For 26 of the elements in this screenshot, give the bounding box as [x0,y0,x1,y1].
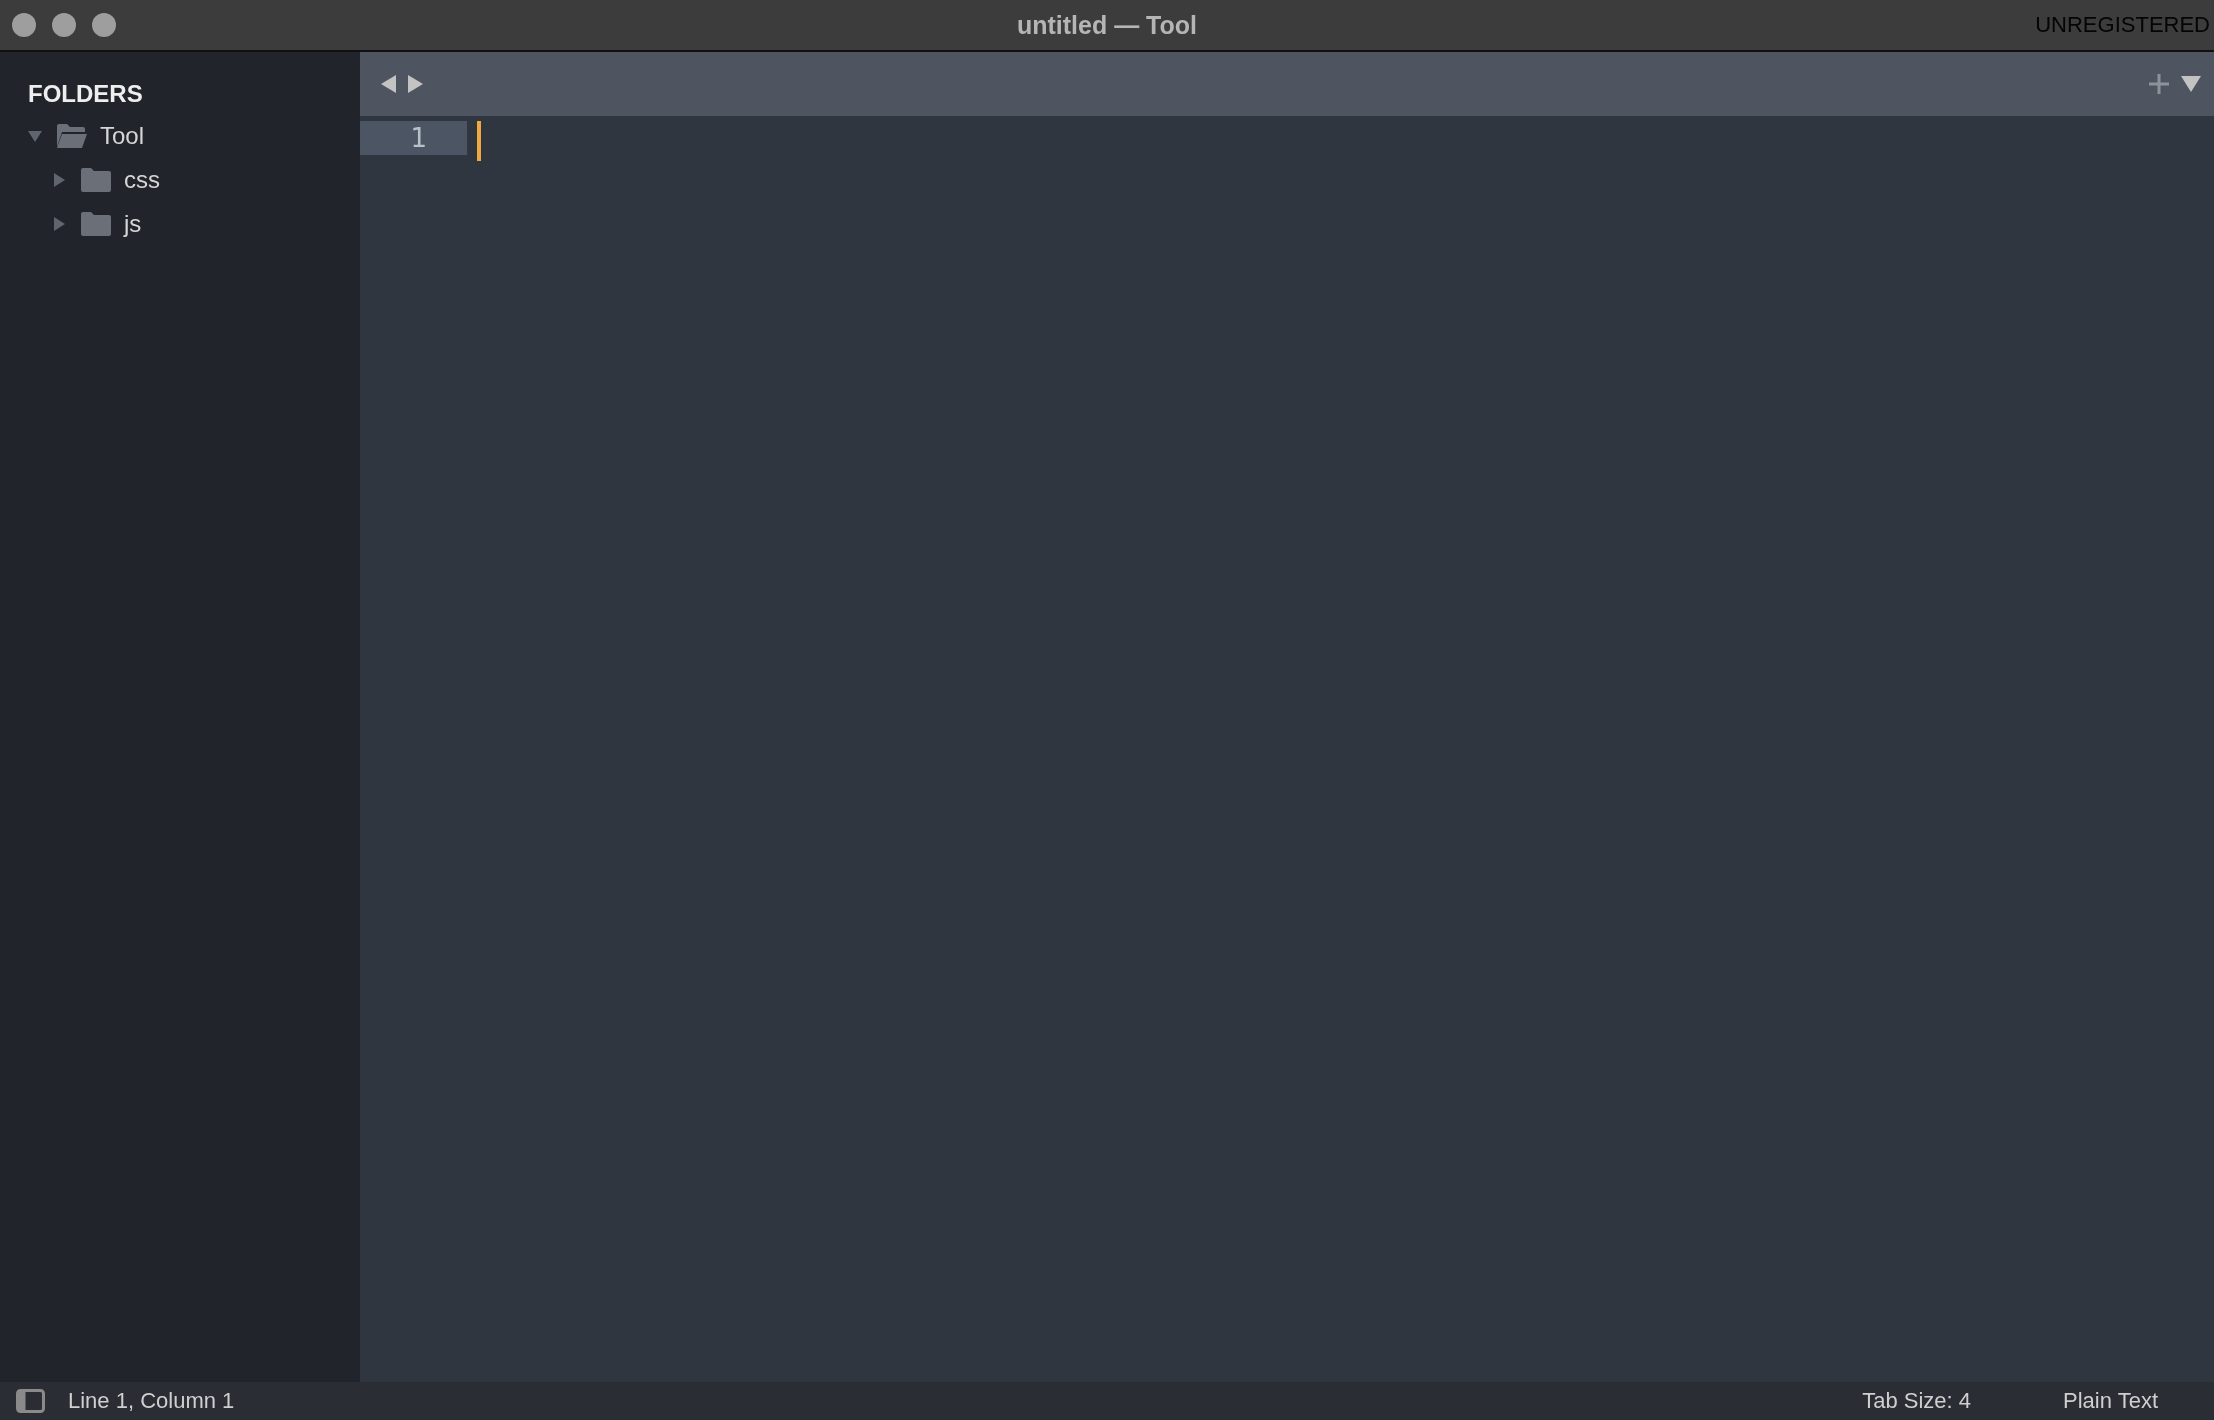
plus-icon[interactable] [2148,73,2170,95]
collapse-triangle-icon[interactable] [52,173,66,187]
line-number: 1 [360,121,467,155]
folder-icon [80,167,112,193]
dropdown-triangle-icon[interactable] [2180,75,2202,93]
syntax-indicator[interactable]: Plain Text [2063,1388,2158,1414]
window-title: untitled — Tool [1016,10,1198,39]
sidebar-heading: FOLDERS [27,80,144,108]
text-cursor [477,121,481,161]
cursor-position: Line 1, Column 1 [68,1388,235,1414]
folder-name[interactable]: js [124,210,142,238]
sidebar-toggle-icon[interactable] [16,1389,46,1413]
back-arrow-icon[interactable] [380,74,397,94]
zoom-button[interactable] [92,13,116,37]
tab-size-indicator[interactable]: Tab Size: 4 [1862,1388,1971,1414]
unregistered-label: UNREGISTERED [2035,12,2210,38]
minimize-button[interactable] [52,13,76,37]
collapse-triangle-icon[interactable] [52,217,66,231]
text-editor[interactable]: 1 [360,116,2214,161]
close-button[interactable] [12,13,36,37]
folder-name[interactable]: css [124,166,160,194]
folder-icon [56,123,88,149]
folder-name[interactable]: Tool [100,122,145,150]
forward-arrow-icon[interactable] [407,74,424,94]
expand-triangle-icon[interactable] [28,129,42,143]
folder-icon [80,211,112,237]
